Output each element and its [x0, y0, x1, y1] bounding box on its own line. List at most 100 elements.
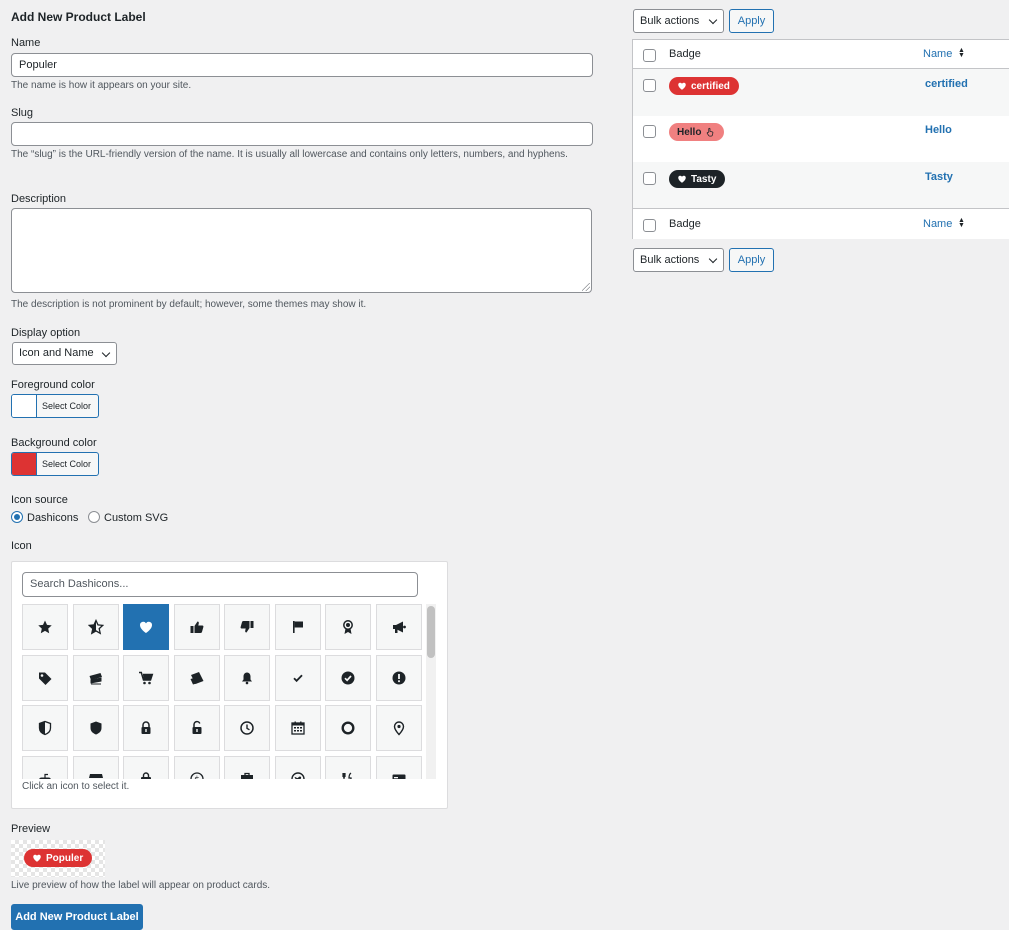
sort-icon: ▲ ▼ — [958, 47, 965, 59]
background-color-swatch — [12, 453, 37, 475]
preview-badge-text: Populer — [46, 852, 84, 864]
preview-help: Live preview of how the label will appea… — [11, 880, 271, 891]
awards-icon[interactable] — [325, 604, 371, 650]
clock-icon[interactable] — [224, 705, 270, 751]
star-half-icon[interactable] — [73, 604, 119, 650]
row-name-link[interactable]: certified — [925, 78, 968, 90]
slug-input[interactable] — [11, 122, 593, 146]
radio-custom-svg-label: Custom SVG — [104, 512, 169, 524]
badge-text: Hello — [677, 126, 702, 138]
bell-icon[interactable] — [224, 655, 270, 701]
bulk-actions-value: Bulk actions — [640, 254, 700, 266]
foreground-color-swatch — [12, 395, 37, 417]
star-filled-icon[interactable] — [22, 604, 68, 650]
icon-label: Icon — [11, 540, 32, 552]
row-checkbox[interactable] — [643, 79, 656, 92]
column-badge-footer: Badge — [669, 218, 701, 230]
apply-button-bottom[interactable]: Apply — [729, 248, 774, 272]
unlock-icon[interactable] — [174, 705, 220, 751]
globe-icon[interactable] — [275, 756, 321, 779]
select-all-checkbox-footer[interactable] — [643, 219, 656, 232]
badge-text: certified — [691, 80, 730, 92]
table-row: Hello Hello — [633, 116, 1009, 162]
food-icon[interactable] — [325, 756, 371, 779]
tickets-alt-icon[interactable] — [174, 655, 220, 701]
bulk-actions-select-bottom[interactable]: Bulk actions — [633, 248, 724, 272]
row-checkbox[interactable] — [643, 172, 656, 185]
icon-grid-scrollbar[interactable] — [426, 604, 436, 779]
column-name-sort-footer[interactable]: Name — [923, 218, 952, 230]
icon-search-input[interactable]: Search Dashicons... — [22, 572, 418, 597]
games-icon[interactable] — [22, 756, 68, 779]
resize-grip-icon[interactable] — [582, 283, 590, 291]
thumbs-down-icon[interactable] — [224, 604, 270, 650]
display-option-label: Display option — [11, 327, 81, 339]
cart-icon[interactable] — [123, 655, 169, 701]
row-name-link[interactable]: Hello — [925, 124, 952, 136]
slug-label: Slug — [11, 107, 34, 119]
background-color-label: Background color — [11, 437, 97, 449]
select-all-checkbox[interactable] — [643, 49, 656, 62]
radio-dashicons-label: Dashicons — [27, 512, 79, 524]
preview-label: Preview — [11, 823, 51, 835]
yes-alt-icon[interactable] — [325, 655, 371, 701]
foreground-color-button[interactable]: Select Color — [11, 394, 99, 418]
apply-button-top[interactable]: Apply — [729, 9, 774, 33]
column-badge: Badge — [669, 48, 701, 60]
radio-custom-svg[interactable] — [88, 511, 100, 523]
table-header: Badge Name ▲ ▼ — [633, 40, 1009, 69]
row-name-link[interactable]: Tasty — [925, 171, 953, 183]
add-new-product-label-button[interactable]: Add New Product Label — [11, 904, 143, 930]
bag-icon[interactable] — [123, 756, 169, 779]
heart-icon — [678, 82, 686, 90]
heart-icon[interactable] — [123, 604, 169, 650]
description-textarea[interactable] — [11, 208, 592, 293]
background-color-button[interactable]: Select Color — [11, 452, 99, 476]
money-icon[interactable]: $ — [174, 756, 220, 779]
name-help: The name is how it appears on your site. — [11, 80, 192, 91]
name-label: Name — [11, 37, 41, 49]
heart-icon — [33, 854, 41, 862]
yes-icon[interactable] — [275, 655, 321, 701]
tag-icon[interactable] — [22, 655, 68, 701]
radio-dashicons[interactable] — [11, 511, 23, 523]
bulk-actions-select-top[interactable]: Bulk actions — [633, 9, 724, 33]
icon-source-label: Icon source — [11, 494, 68, 506]
slug-help: The “slug” is the URL-friendly version o… — [11, 149, 568, 160]
icon-help: Click an icon to select it. — [22, 781, 130, 792]
thumbs-up-icon[interactable] — [174, 604, 220, 650]
icon-grid: $ — [22, 604, 426, 779]
warning-icon[interactable] — [376, 655, 422, 701]
chevron-down-icon — [708, 254, 718, 264]
icon-picker-panel: Search Dashicons... Click an icon to sel… — [11, 561, 448, 809]
id-card-icon[interactable] — [376, 756, 422, 779]
sort-icon: ▲ ▼ — [958, 217, 965, 229]
heart-icon — [678, 175, 686, 183]
name-input[interactable]: Populer — [11, 53, 593, 77]
display-option-value: Icon and Name — [19, 347, 94, 359]
column-name-sort[interactable]: Name — [923, 48, 952, 60]
location-icon[interactable] — [376, 705, 422, 751]
tickets-icon[interactable] — [73, 655, 119, 701]
megaphone-icon[interactable] — [376, 604, 422, 650]
shield-icon[interactable] — [22, 705, 68, 751]
badge-certified: certified — [669, 77, 739, 95]
marker-icon[interactable] — [325, 705, 371, 751]
calendar-icon[interactable] — [275, 705, 321, 751]
badge-tasty: Tasty — [669, 170, 726, 188]
description-help: The description is not prominent by defa… — [11, 299, 367, 310]
display-option-select[interactable]: Icon and Name — [12, 342, 117, 365]
lock-icon[interactable] — [123, 705, 169, 751]
description-label: Description — [11, 193, 67, 205]
chevron-down-icon — [708, 15, 718, 25]
flag-icon[interactable] — [275, 604, 321, 650]
preview-area: Populer — [11, 840, 105, 877]
labels-table: Badge Name ▲ ▼ certified certified Hello … — [632, 39, 1009, 239]
scrollbar-thumb[interactable] — [427, 606, 435, 658]
shield-alt-icon[interactable] — [73, 705, 119, 751]
row-checkbox[interactable] — [643, 125, 656, 138]
bulk-actions-value: Bulk actions — [640, 15, 700, 27]
badge-text: Tasty — [691, 173, 717, 185]
portfolio-icon[interactable] — [224, 756, 270, 779]
store-icon[interactable] — [73, 756, 119, 779]
